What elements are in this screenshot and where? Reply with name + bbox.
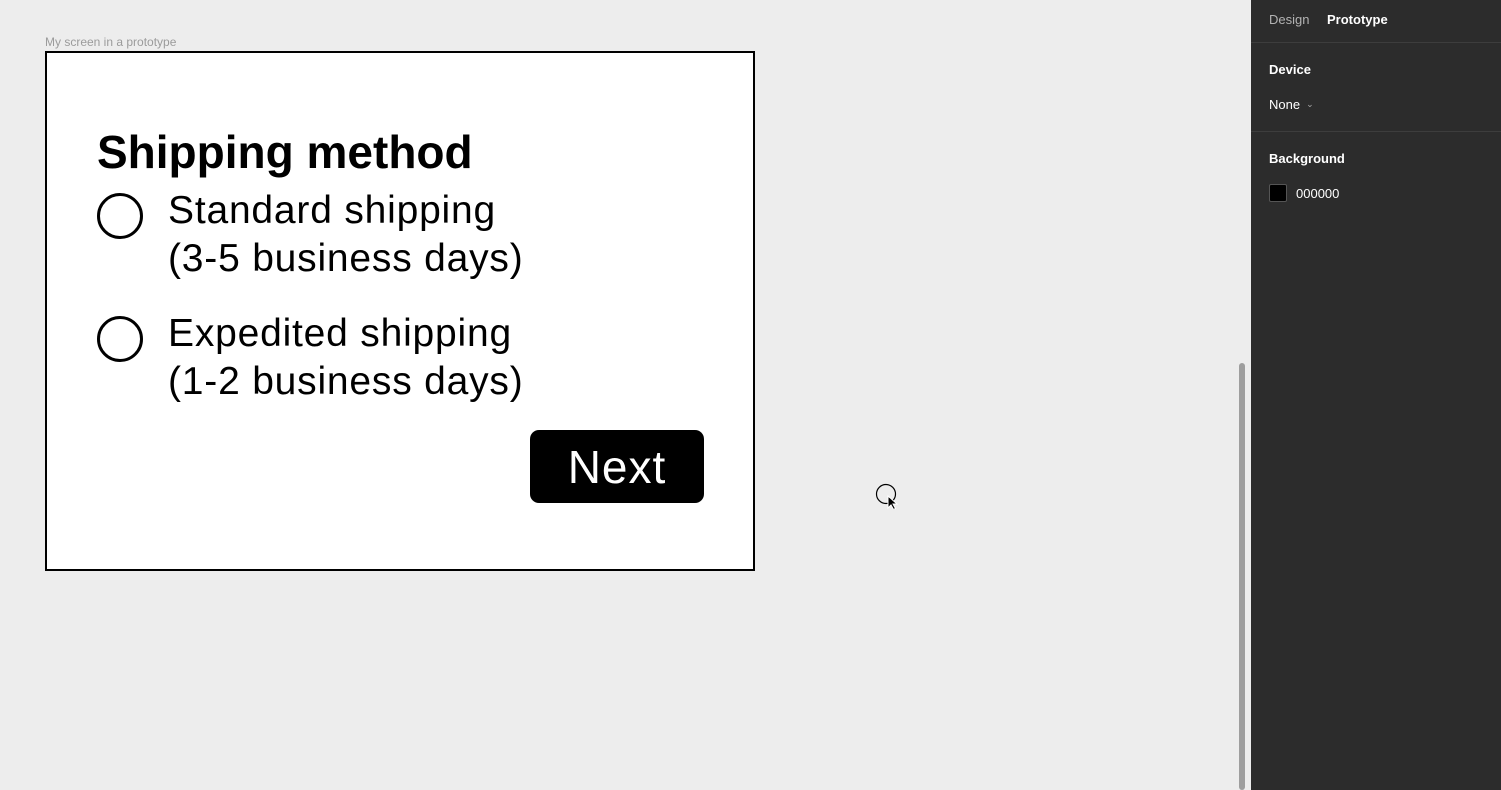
option-label-line1: Standard shipping [168, 189, 496, 232]
option-label: Standard shipping (3-5 business days) [168, 187, 524, 283]
radio-button-icon[interactable] [97, 193, 143, 239]
chevron-down-icon: ⌄ [1306, 99, 1314, 109]
right-panel: Design Prototype Device None ⌄ Background… [1251, 0, 1501, 790]
next-button[interactable]: Next [530, 430, 704, 503]
background-hex-input[interactable]: 000000 [1296, 186, 1339, 201]
device-select-value: None [1269, 97, 1301, 112]
prototype-frame[interactable]: Shipping method Standard shipping (3-5 b… [45, 51, 755, 571]
prototype-cursor-icon [875, 483, 899, 509]
radio-button-icon[interactable] [97, 316, 143, 362]
panel-tabs: Design Prototype [1251, 0, 1501, 43]
screen-title: Shipping method [97, 126, 473, 178]
frame-label[interactable]: My screen in a prototype [45, 35, 176, 49]
device-select[interactable]: None ⌄ [1269, 97, 1314, 112]
device-section-title: Device [1269, 62, 1311, 77]
background-section-title: Background [1269, 151, 1345, 166]
canvas[interactable]: My screen in a prototype Shipping method… [0, 0, 1251, 790]
panel-divider [1251, 131, 1501, 132]
background-color-swatch[interactable] [1269, 184, 1287, 202]
option-label-line2: (1-2 business days) [168, 360, 524, 403]
option-label-line2: (3-5 business days) [168, 237, 524, 280]
tab-prototype[interactable]: Prototype [1327, 12, 1388, 27]
option-label: Expedited shipping (1-2 business days) [168, 310, 524, 406]
canvas-scrollbar[interactable] [1239, 363, 1245, 790]
option-label-line1: Expedited shipping [168, 312, 512, 355]
tab-design[interactable]: Design [1269, 12, 1309, 27]
